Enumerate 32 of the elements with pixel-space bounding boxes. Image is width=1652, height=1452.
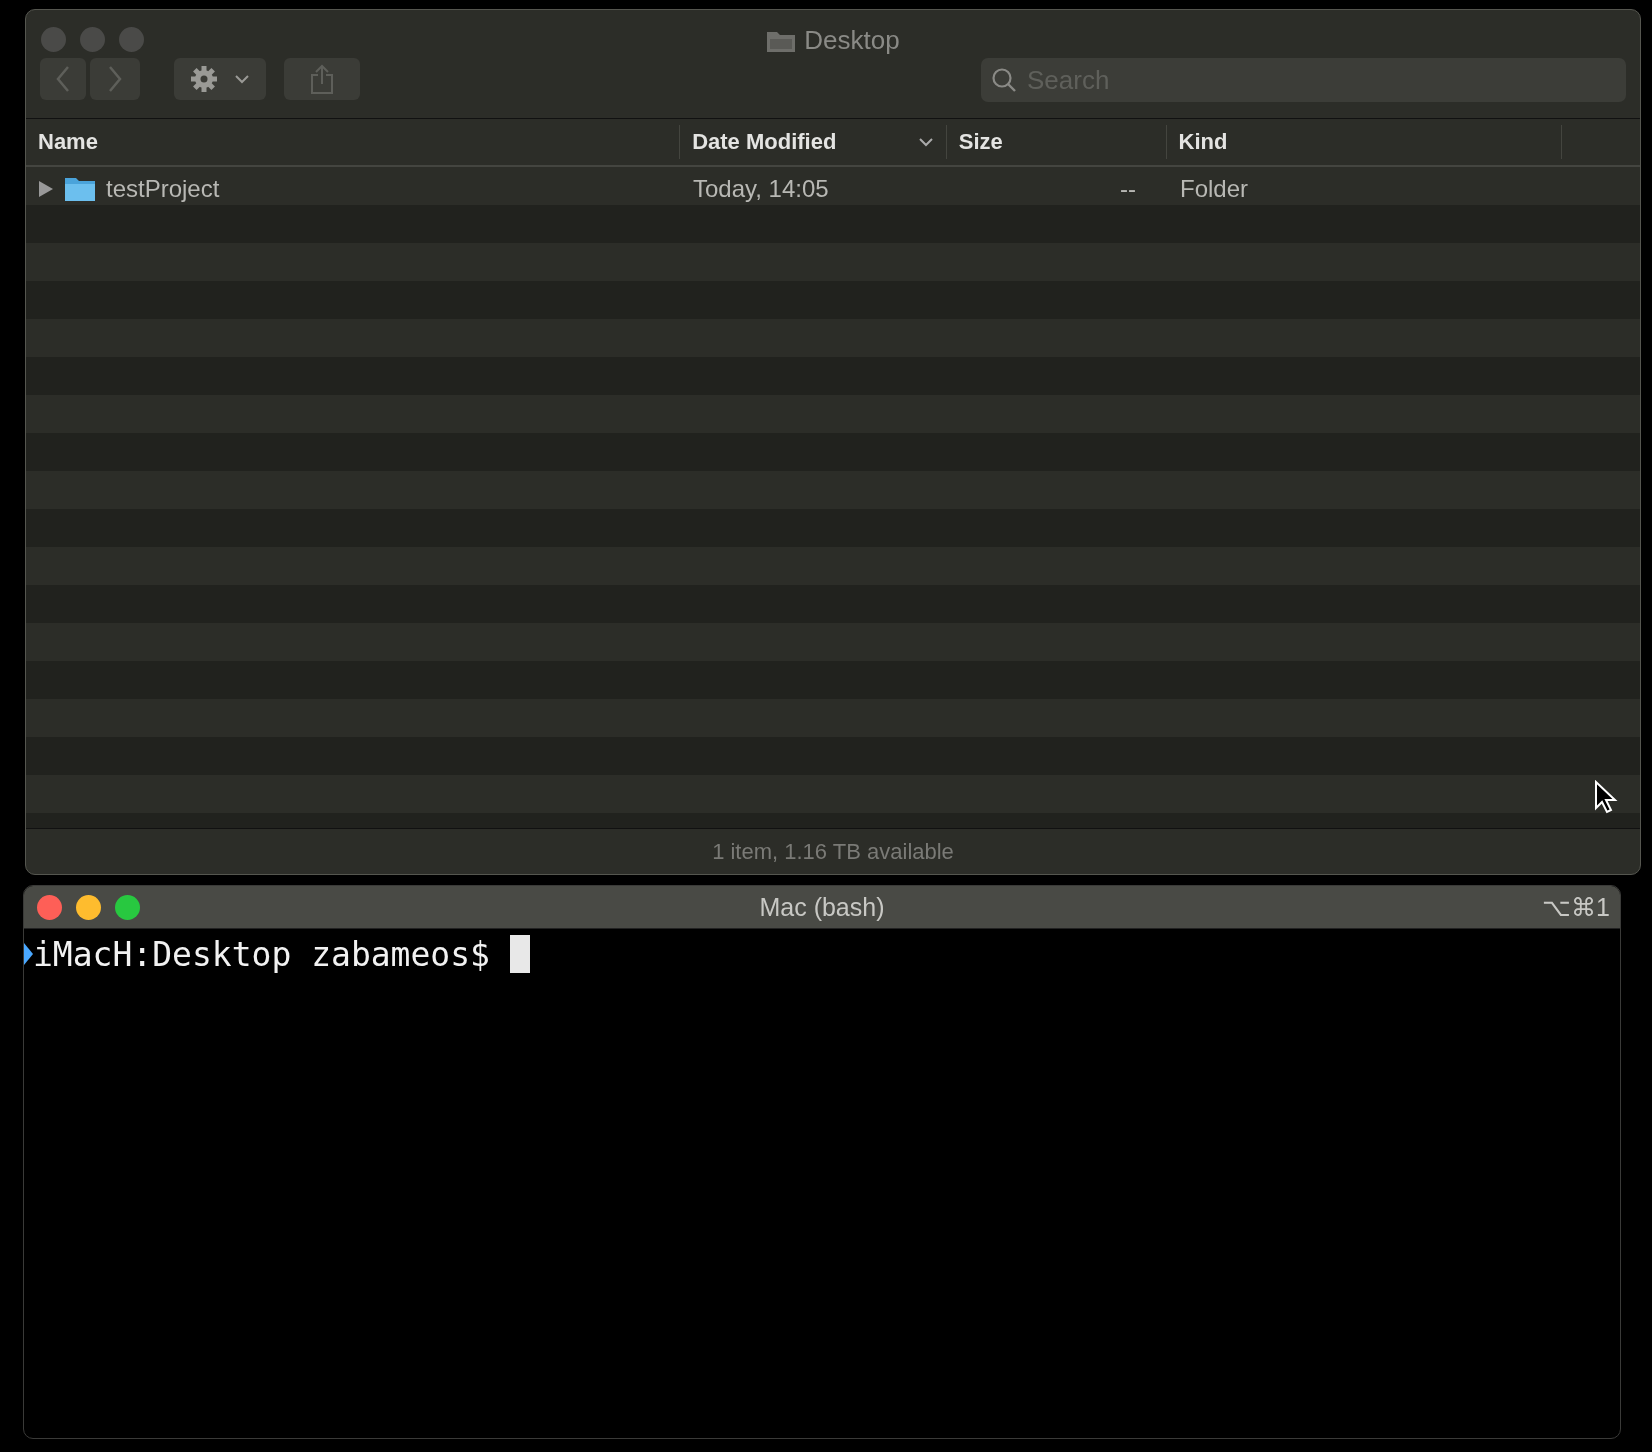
close-button[interactable] [41, 27, 66, 52]
back-button[interactable] [40, 58, 86, 100]
mark-icon [24, 943, 33, 965]
column-header[interactable]: Size [946, 125, 1167, 159]
share-icon [310, 64, 334, 94]
text-cursor [509, 935, 530, 973]
file-size: -- [1120, 174, 1136, 203]
date-modified: Today, 14:05 [693, 174, 829, 203]
file-kind: Folder [1180, 174, 1249, 203]
forward-button[interactable] [90, 58, 140, 100]
share-button[interactable] [284, 58, 360, 100]
zoom-button[interactable] [115, 895, 140, 920]
folder-icon [64, 175, 96, 202]
chevron-down-icon [234, 74, 250, 84]
column-header[interactable]: Name [26, 125, 681, 159]
chevron-right-icon [107, 65, 123, 93]
close-button[interactable] [37, 895, 62, 920]
chevron-left-icon [55, 65, 71, 93]
keyboard-shortcut: ⌥⌘1 [1542, 892, 1610, 922]
mouse-pointer-icon [1594, 780, 1618, 814]
file-name[interactable]: testProject [106, 174, 220, 203]
terminal-prompt: iMacH:Desktop zabameos$ [33, 934, 490, 974]
search-icon [991, 67, 1017, 93]
action-menu-button[interactable] [174, 58, 266, 100]
column-header[interactable]: Kind [1166, 125, 1563, 159]
column-header[interactable]: Date Modified [680, 125, 947, 159]
window-title: Mac (bash) [759, 892, 885, 922]
window-title: Desktop [804, 25, 900, 56]
disclosure-triangle-icon[interactable] [38, 179, 54, 198]
minimize-button[interactable] [76, 895, 101, 920]
gear-icon [190, 65, 218, 93]
status-text: 1 item, 1.16 TB available [712, 838, 954, 865]
